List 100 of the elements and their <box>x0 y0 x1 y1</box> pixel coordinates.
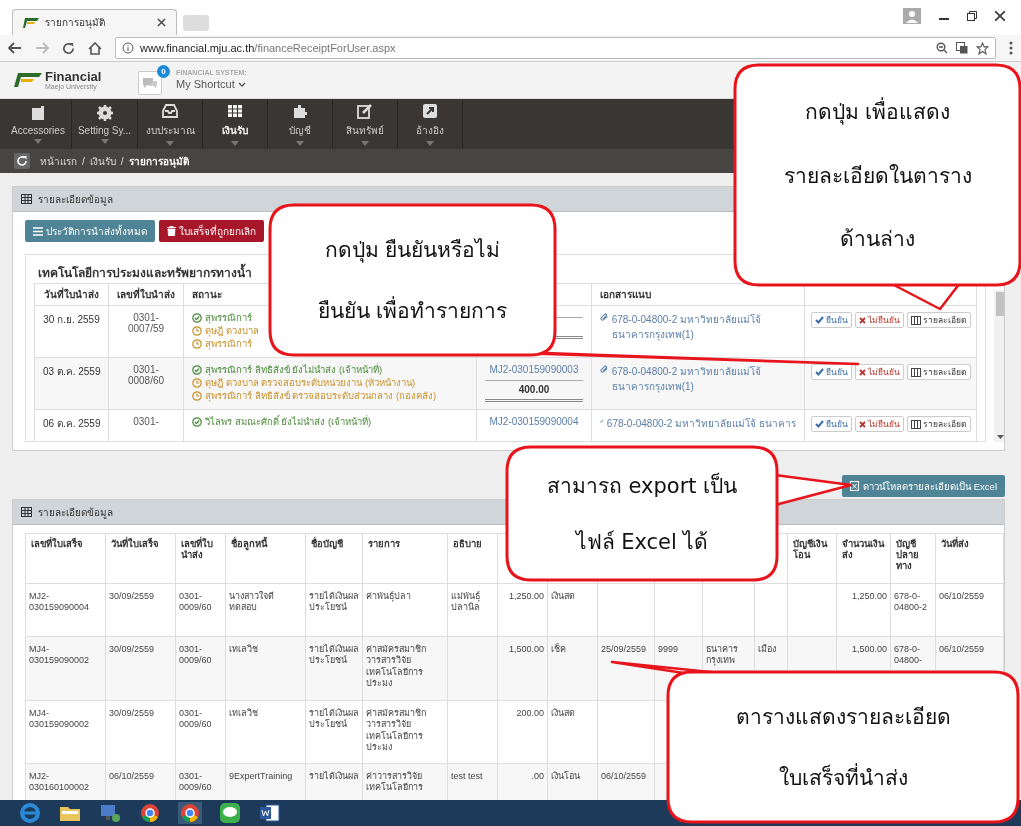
table-cell: 1,250.00 <box>508 591 544 601</box>
panel-title: รายละเอียดข้อมูล <box>38 505 113 520</box>
receipt-number: MJ2-030159090003 <box>488 364 580 375</box>
breadcrumb-separator: / <box>82 155 85 167</box>
card-title: เทคโนโลยีการประมงและทรัพยากรทางน้ำ <box>37 262 253 282</box>
document-app-icon[interactable] <box>258 802 282 824</box>
chrome-icon[interactable] <box>138 802 162 824</box>
breadcrumb-item[interactable]: เงินรับ <box>89 153 116 169</box>
table-cell: 30 ก.ย. 2559 <box>43 314 100 325</box>
clock-icon <box>192 378 202 389</box>
table-cell: เทเลวิช <box>229 708 258 718</box>
column-header: เลขที่ใบนำส่ง <box>108 283 184 306</box>
chat-icon <box>142 76 158 90</box>
column-header: เลขที่ใบเสร็จ <box>31 538 83 549</box>
menu-icon[interactable] <box>1009 41 1013 55</box>
cancelled-receipts-button[interactable]: ใบเสร็จที่ถูกยกเลิก <box>159 220 264 242</box>
table-cell: test test <box>451 771 483 781</box>
home-icon[interactable] <box>88 41 102 55</box>
history-button[interactable]: ประวัติการนำส่งทั้งหมด <box>25 220 155 242</box>
reject-button[interactable]: ไม่ยืนยัน <box>854 364 904 380</box>
confirm-button[interactable]: ยืนยัน <box>810 364 852 380</box>
table-cell: 0301-0008/60 <box>126 364 166 386</box>
inbox-icon <box>161 102 180 120</box>
address-field[interactable]: www.financial.mju.ac.th/financeReceiptForUser.aspx <box>115 37 996 59</box>
check-icon <box>814 316 824 324</box>
reject-button[interactable]: ไม่ยืนยัน <box>854 312 904 328</box>
table-cell: รายได้เงินผล <box>309 771 359 781</box>
table-cell: เงินสด <box>551 708 575 718</box>
reject-button[interactable]: ไม่ยืนยัน <box>854 416 904 432</box>
breadcrumb-item[interactable]: หน้าแรก <box>40 153 77 169</box>
scrollbar[interactable] <box>994 290 1004 442</box>
table-cell: MJ2-030160100002 <box>29 771 90 793</box>
back-arrow-icon[interactable] <box>8 42 22 54</box>
table-cell: เช็ค <box>551 644 566 654</box>
table-cell: 0301-0007/59 <box>126 312 166 334</box>
table-cell: 0301-0009/60 <box>179 591 212 613</box>
caret-icon <box>100 139 109 144</box>
table-cell: เทเลวิช <box>229 644 258 654</box>
caret-icon <box>166 141 175 146</box>
refresh-icon[interactable] <box>14 153 30 169</box>
table-cell: 9ExpertTraining <box>229 771 293 781</box>
clock-icon <box>192 326 202 337</box>
clock-icon <box>192 339 202 350</box>
column-header: วันที่ใบเสร็จ <box>111 538 159 549</box>
details-button[interactable]: รายละเอียด <box>906 312 971 328</box>
reload-icon[interactable] <box>62 41 75 55</box>
close-icon[interactable] <box>995 11 1005 21</box>
table-cell: นางสาวใจดี ทดสอบ <box>229 591 274 613</box>
table-cell: 1,250.00 <box>851 591 887 601</box>
table-cell: 0301-0009/60 <box>179 771 212 793</box>
scrollbar-thumb[interactable] <box>996 292 1004 316</box>
table-cell: รายได้เงินผลประโยชน์ <box>309 591 359 613</box>
callout-text: ตารางแสดงรายละเอียด <box>735 704 951 731</box>
column-header: รายการ <box>368 538 400 549</box>
table-cell: เมือง <box>758 644 776 654</box>
details-button[interactable]: รายละเอียด <box>906 364 971 380</box>
table-cell: 1,500.00 <box>508 644 544 654</box>
confirm-button[interactable]: ยืนยัน <box>810 312 852 328</box>
column-header: วันที่ส่ง <box>941 538 969 549</box>
gear-icon <box>95 104 114 122</box>
confirm-button[interactable]: ยืนยัน <box>810 416 852 432</box>
edit-icon <box>356 102 375 120</box>
column-header: ชื่อบัญชี <box>311 538 343 549</box>
status-text: สุพรรณิการ์ ลิทธิสังข์ ตรวจสอบระดับส่วนกลาง (กองคลัง) <box>205 389 437 403</box>
caret-icon <box>296 141 305 146</box>
column-header: บัญชีเงินโอน <box>793 538 827 560</box>
caret-icon <box>237 82 246 89</box>
columns-icon <box>910 367 921 377</box>
table-cell: 06 ต.ค. 2559 <box>43 418 101 429</box>
export-excel-button[interactable]: ดาวน์โหลดรายละเอียดเป็น Excel <box>842 475 1005 497</box>
table-cell: 06/10/2559 <box>109 771 155 781</box>
notification-badge: 0 <box>157 65 170 78</box>
cross-icon <box>858 316 866 324</box>
caret-icon <box>33 139 42 144</box>
zoom-icon[interactable] <box>936 41 948 54</box>
restore-icon[interactable] <box>967 11 977 21</box>
table-cell: 1,500.00 <box>851 644 887 654</box>
close-icon[interactable] <box>157 18 166 27</box>
star-icon[interactable] <box>976 41 989 55</box>
table-cell: 0301-0009/60 <box>179 708 212 730</box>
check-circle-icon <box>192 313 202 324</box>
status-text: สุพรรณิการ์ ลิทธิสังข์ ยังไม่นำส่ง (เจ้าหน้าที่) <box>205 364 383 377</box>
messages-button[interactable] <box>138 71 162 95</box>
translate-icon[interactable] <box>956 41 968 54</box>
table-icon <box>21 507 32 517</box>
network-icon[interactable] <box>98 802 122 824</box>
table-cell-text: 0301- <box>132 416 160 427</box>
info-icon <box>122 42 134 54</box>
chat-app-icon[interactable] <box>218 802 242 824</box>
callout-text: กดปุ่ม ยืนยันหรือไม่ <box>324 237 501 265</box>
shortcut-dropdown[interactable]: My Shortcut <box>176 77 247 92</box>
table-cell: เงินสด <box>551 591 575 601</box>
chrome-icon[interactable] <box>178 802 202 824</box>
browser-tab[interactable]: รายการอนุมัติ <box>12 9 177 35</box>
columns-icon <box>910 419 921 429</box>
scroll-down-arrow-icon[interactable] <box>996 435 1004 439</box>
receipt-number: MJ2-030159090004 <box>488 416 580 427</box>
browser-icon[interactable] <box>18 802 42 824</box>
cross-icon <box>858 420 866 428</box>
details-button[interactable]: รายละเอียด <box>906 416 971 432</box>
